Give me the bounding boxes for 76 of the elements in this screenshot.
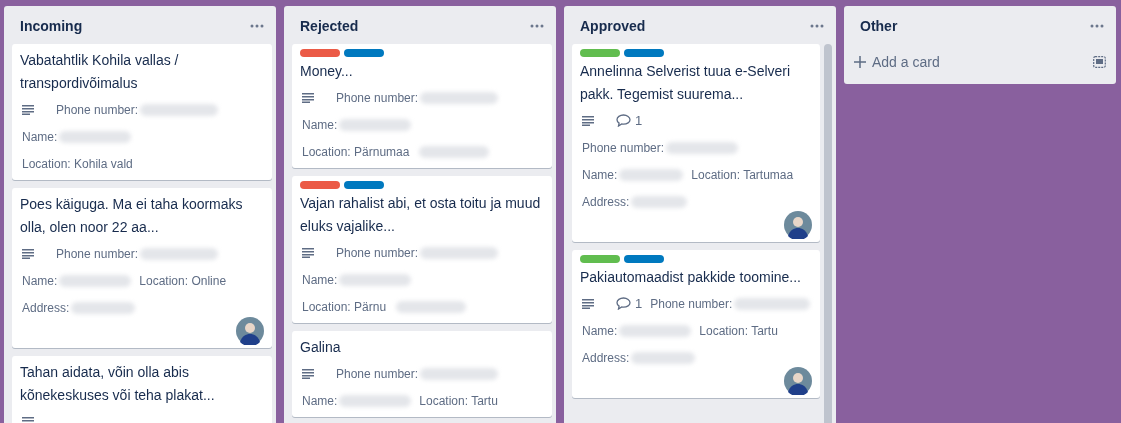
description-icon xyxy=(302,92,314,103)
field-label: Name: xyxy=(302,272,338,287)
card[interactable]: Pakiautomaadist pakkide toomine... 1 Phone number: Name: Location: Tartu Address: xyxy=(572,250,820,398)
scrollbar[interactable] xyxy=(824,44,832,423)
card[interactable]: Vabatahtlik Kohila vallas / transpordivõimalus Phone number: Name: Location: Kohila vald xyxy=(12,44,272,180)
field-label: Location: Pärnumaa xyxy=(302,144,410,159)
comment-count: 1 xyxy=(635,113,643,128)
description-icon xyxy=(582,115,594,126)
field-label: Name: xyxy=(22,273,58,288)
card-title: Vajan rahalist abi, et osta toitu ja muud eluks vajalike... xyxy=(300,194,542,236)
field-label: Location: Tartumaa xyxy=(691,167,794,182)
field-label: Location: Tartu xyxy=(419,393,498,408)
field-label: Name: xyxy=(302,393,338,408)
field-label: Phone number: xyxy=(56,246,139,261)
field-label: Location: Tartu xyxy=(699,323,778,338)
card-title: Vabatahtlik Kohila vallas / transpordivõimalus xyxy=(20,51,180,93)
list-title: Incoming xyxy=(20,18,83,34)
comment-count: 1 xyxy=(635,296,643,311)
field-label: Location: Pärnu xyxy=(302,299,387,314)
list-title: Rejected xyxy=(300,18,359,34)
avatar[interactable] xyxy=(784,367,812,395)
plus-icon xyxy=(854,56,866,68)
add-card-button[interactable]: Add a card xyxy=(852,50,1085,74)
description-icon xyxy=(302,368,314,379)
avatar[interactable] xyxy=(236,317,264,345)
field-label: Name: xyxy=(302,117,338,132)
comment-icon xyxy=(616,114,631,127)
more-icon xyxy=(530,24,544,28)
card-label[interactable] xyxy=(580,255,620,263)
field-label: Name: xyxy=(582,167,618,182)
field-label: Name: xyxy=(22,129,58,144)
card-title: Tahan aidata, võin olla abis kõnekeskuses või teha plakat... xyxy=(20,363,216,405)
card[interactable]: Annelinna Selverist tuua e-Selveri pakk. Tegemist suurema... 1 Phone number: Name: Location: Tartumaa Address: xyxy=(572,44,820,242)
card-label[interactable] xyxy=(624,49,664,57)
field-label: Phone number: xyxy=(582,140,665,155)
field-label: Phone number: xyxy=(336,366,419,381)
card-title: Annelinna Selverist tuua e-Selveri pakk. Tegemist suurema... xyxy=(580,62,792,104)
more-icon xyxy=(1090,24,1104,28)
card-title: Money... xyxy=(300,62,354,81)
card-title: Galina xyxy=(300,338,342,357)
list-title: Other xyxy=(860,18,898,34)
description-icon xyxy=(582,298,594,309)
description-icon xyxy=(302,247,314,258)
field-label: Phone number: xyxy=(336,245,419,260)
field-label: Location: Online xyxy=(139,273,227,288)
card-label[interactable] xyxy=(624,255,664,263)
template-button[interactable] xyxy=(1091,54,1108,70)
card[interactable]: Money... Phone number: Name: Location: Pärnumaa xyxy=(292,44,552,168)
template-icon xyxy=(1093,56,1106,68)
card-title: Pakiautomaadist pakkide toomine... xyxy=(580,268,802,287)
card[interactable]: Tahan aidata, võin olla abis kõnekeskuses või teha plakat... xyxy=(12,356,272,423)
card[interactable]: Poes käiguga. Ma ei taha koormaks olla, olen noor 22 aa... Phone number: Name: Location: Online Address: xyxy=(12,188,272,348)
field-label: Name: xyxy=(582,323,618,338)
field-label: Address: xyxy=(582,350,630,365)
card-label[interactable] xyxy=(344,181,384,189)
card[interactable]: Vajan rahalist abi, et osta toitu ja muud eluks vajalike... Phone number: Name: Location: Pärnu xyxy=(292,176,552,323)
description-icon xyxy=(22,416,34,423)
card[interactable]: Galina Phone number: Name: Location: Tartu xyxy=(292,331,552,417)
field-label: Phone number: xyxy=(56,102,139,117)
card-label[interactable] xyxy=(344,49,384,57)
description-icon xyxy=(22,104,34,115)
field-label: Phone number: xyxy=(650,296,733,311)
field-label: Address: xyxy=(22,300,70,315)
comment-icon xyxy=(616,297,631,310)
list-title: Approved xyxy=(580,18,646,34)
card-title: Poes käiguga. Ma ei taha koormaks olla, olen noor 22 aa... xyxy=(20,195,244,237)
more-icon xyxy=(250,24,264,28)
more-icon xyxy=(810,24,824,28)
card-label[interactable] xyxy=(300,49,340,57)
avatar[interactable] xyxy=(784,211,812,239)
field-label: Phone number: xyxy=(336,90,419,105)
card-label[interactable] xyxy=(580,49,620,57)
field-label: Location: Kohila vald xyxy=(22,156,133,171)
card-label[interactable] xyxy=(300,181,340,189)
field-label: Address: xyxy=(582,194,630,209)
description-icon xyxy=(22,248,34,259)
